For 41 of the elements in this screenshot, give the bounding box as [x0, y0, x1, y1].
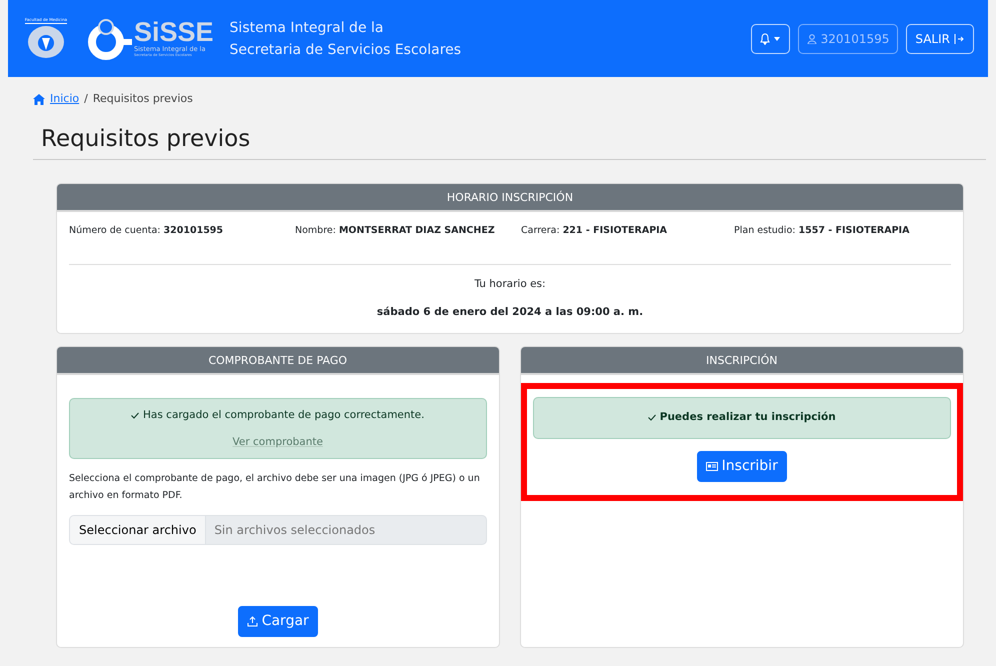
user-button[interactable]: 320101595 [798, 24, 898, 54]
schedule-label: Tu horario es: [473, 277, 547, 292]
breadcrumb-separator: / [84, 91, 88, 107]
caret-icon [774, 36, 780, 40]
check-icon [648, 414, 656, 422]
notifications-button[interactable] [750, 24, 790, 54]
card-header: COMPROBANTE DE PAGO [57, 346, 498, 375]
file-input[interactable]: Seleccionar archivo Sin archivos seleccionados [69, 515, 486, 546]
system-title: Sistema Integral de la [230, 18, 384, 38]
field-value: 320101595 [164, 225, 224, 236]
choose-file-button[interactable]: Seleccionar archivo [70, 516, 206, 544]
field-value: 221 - FISIOTERAPIA [562, 225, 668, 236]
breadcrumb-link[interactable]: Inicio [50, 91, 80, 108]
bell-icon [760, 32, 770, 44]
system-title: Secretaria de Servicios Escolares [230, 40, 462, 60]
card-icon [706, 462, 718, 471]
alert-message: Puedes realizar tu inscripción [660, 410, 836, 425]
breadcrumb-current: Requisitos previos [92, 91, 193, 107]
field-value: 1557 - FISIOTERAPIA [798, 225, 910, 236]
card-header: INSCRIPCIÓN [520, 346, 963, 375]
home-icon [33, 94, 45, 105]
view-receipt-link[interactable]: Ver comprobante [232, 434, 323, 450]
field-label: Nombre: [295, 225, 337, 236]
field-value: MONTSERRAT DIAZ SANCHEZ [338, 225, 495, 236]
instructions-text: Selecciona el comprobante de pago, el archivo debe ser una imagen (JPG ó JPEG) o un archivo en formato PDF. [69, 472, 481, 504]
field-label: Carrera: [521, 225, 561, 236]
enroll-button[interactable]: Inscribir [696, 450, 787, 482]
field-label: Plan estudio: [734, 225, 796, 236]
crest-icon [26, 24, 66, 60]
schedule-value: sábado 6 de enero del 2024 a las 09:00 a. m. [376, 305, 644, 320]
logout-icon [954, 34, 965, 44]
page-title: Requisitos previos [41, 126, 252, 154]
logo-text: SiSSE [134, 18, 214, 46]
card-header: HORARIO INSCRIPCIÓN [57, 184, 963, 212]
field-label: Número de cuenta: [69, 225, 162, 236]
alert-message: Has cargado el comprobante de pago correctamente. [143, 408, 424, 423]
check-icon [131, 412, 140, 420]
user-icon [806, 34, 817, 44]
upload-icon [246, 616, 258, 627]
logout-button[interactable]: SALIR [906, 24, 974, 54]
upload-button[interactable]: Cargar [238, 606, 318, 637]
